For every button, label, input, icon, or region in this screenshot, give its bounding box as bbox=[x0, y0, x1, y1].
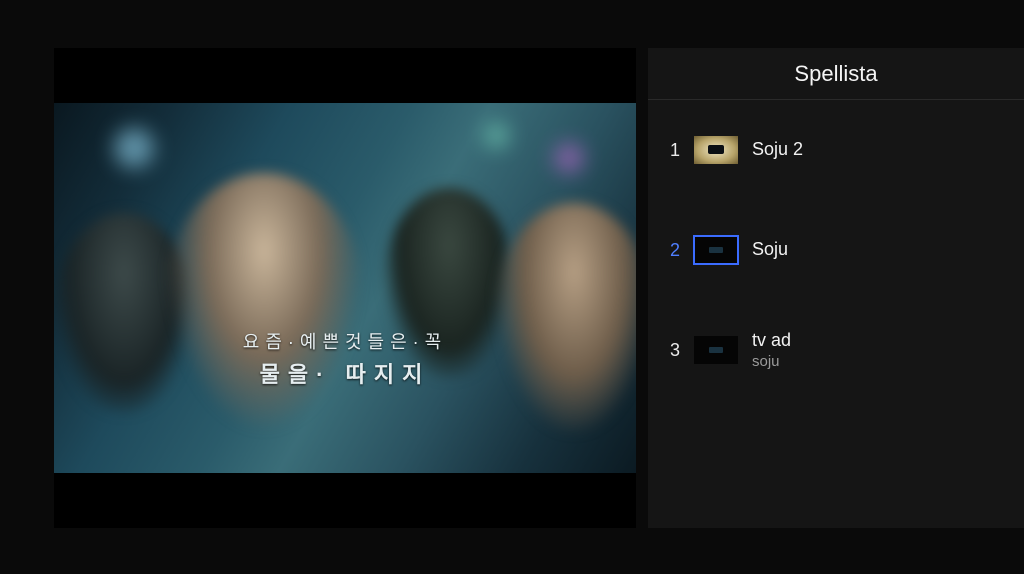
playlist-item-text: Soju 2 bbox=[752, 139, 803, 161]
playlist-item[interactable]: 3 tv ad soju bbox=[648, 300, 1024, 400]
playlist-header: Spellista bbox=[648, 48, 1024, 100]
playlist-item[interactable]: 2 Soju bbox=[648, 200, 1024, 300]
playlist-item-index: 2 bbox=[666, 240, 680, 261]
subtitle-line-1: 요즘·예쁜것들은·꼭 bbox=[54, 328, 636, 357]
subtitle-line-2: 물을· 따지지 bbox=[54, 357, 636, 392]
playlist-item-index: 3 bbox=[666, 340, 680, 361]
playlist-item-subtitle: soju bbox=[752, 353, 791, 370]
video-figure bbox=[494, 203, 636, 433]
video-light bbox=[114, 128, 154, 168]
video-frame: 요즘·예쁜것들은·꼭 물을· 따지지 bbox=[54, 103, 636, 473]
playlist-item-index: 1 bbox=[666, 140, 680, 161]
playlist-item-thumbnail bbox=[694, 236, 738, 264]
playlist-item-title: Soju bbox=[752, 239, 788, 261]
video-light bbox=[484, 123, 509, 148]
playlist-item-text: Soju bbox=[752, 239, 788, 261]
playlist-item-thumbnail bbox=[694, 136, 738, 164]
playlist-item-title: tv ad bbox=[752, 330, 791, 352]
video-light bbox=[554, 143, 584, 173]
video-column: 요즘·예쁜것들은·꼭 물을· 따지지 bbox=[0, 0, 648, 574]
video-figure bbox=[164, 173, 364, 433]
playlist-column: Spellista 1 Soju 2 2 Soju 3 tv ad bbox=[648, 0, 1024, 574]
playlist-item-thumbnail bbox=[694, 336, 738, 364]
playlist-item-text: tv ad soju bbox=[752, 330, 791, 371]
app-root: 요즘·예쁜것들은·꼭 물을· 따지지 Spellista 1 Soju 2 2 … bbox=[0, 0, 1024, 574]
playlist-panel: Spellista 1 Soju 2 2 Soju 3 tv ad bbox=[648, 48, 1024, 528]
playlist-item-title: Soju 2 bbox=[752, 139, 803, 161]
video-subtitle: 요즘·예쁜것들은·꼭 물을· 따지지 bbox=[54, 328, 636, 392]
video-player[interactable]: 요즘·예쁜것들은·꼭 물을· 따지지 bbox=[54, 48, 636, 528]
playlist-item[interactable]: 1 Soju 2 bbox=[648, 100, 1024, 200]
